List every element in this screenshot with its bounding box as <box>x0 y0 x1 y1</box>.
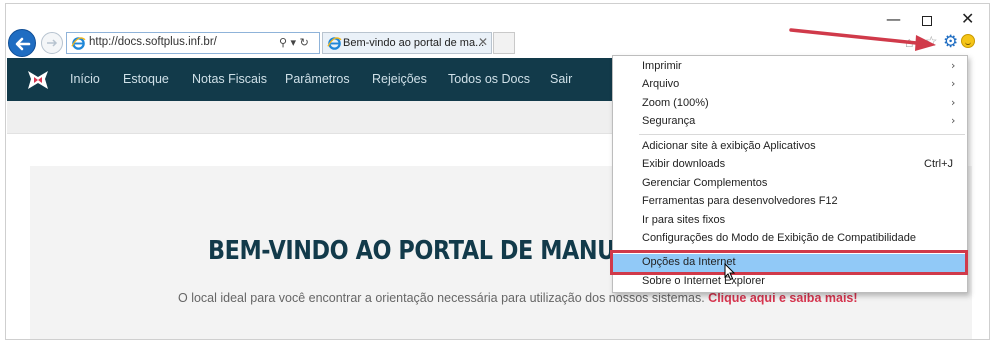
nav-link-notas-fiscais[interactable]: Notas Fiscais <box>192 72 267 86</box>
nav-link-sair[interactable]: Sair <box>550 72 572 86</box>
menu-item-zoom[interactable]: Zoom (100%) › <box>613 95 967 113</box>
url-text[interactable]: http://docs.softplus.inf.br/ <box>89 36 217 48</box>
close-window-button[interactable]: ✕ <box>961 9 974 28</box>
menu-item-shortcut: Ctrl+J <box>924 158 954 170</box>
menu-item-label: Zoom (100%) <box>642 97 709 109</box>
chevron-right-icon: › <box>951 59 956 72</box>
new-tab-button[interactable] <box>493 32 515 54</box>
menu-item-seguranca[interactable]: Segurança › <box>613 113 967 131</box>
menu-item-gerenciar-complementos[interactable]: Gerenciar Complementos <box>613 175 967 193</box>
annotation-arrow-icon <box>789 28 936 51</box>
menu-item-adicionar-site[interactable]: Adicionar site à exibição Aplicativos <box>613 138 967 156</box>
menu-item-label: Ferramentas para desenvolvedores F12 <box>642 195 838 207</box>
tab-close-icon[interactable]: ✕ <box>478 35 488 49</box>
forward-arrow-icon <box>47 39 58 47</box>
tab-title: Bem-vindo ao portal de ma... <box>343 37 485 49</box>
address-actions[interactable]: ⚲ ▾ ↻ <box>279 36 309 49</box>
menu-item-compatibilidade[interactable]: Configurações do Modo de Exibição de Com… <box>613 230 967 248</box>
nav-link-todos-os-docs[interactable]: Todos os Docs <box>448 72 530 86</box>
hero-subtitle-text: O local ideal para você encontrar a orie… <box>178 291 705 305</box>
ie-logo-icon <box>71 37 86 50</box>
browser-window: — ✕ http://docs.softplus.inf.br/ ⚲ ▾ ↻ B… <box>5 3 990 340</box>
nav-link-estoque[interactable]: Estoque <box>123 72 169 86</box>
menu-item-label: Adicionar site à exibição Aplicativos <box>642 140 816 152</box>
hero-subtitle: O local ideal para você encontrar a orie… <box>178 291 858 305</box>
softplus-logo-icon[interactable] <box>25 67 51 93</box>
mouse-pointer-icon <box>724 263 736 281</box>
menu-item-label: Arquivo <box>642 78 680 90</box>
hero-cta-link[interactable]: Clique aqui e saiba mais! <box>708 291 857 305</box>
tab-favicon-icon <box>327 37 342 50</box>
menu-item-label: Segurança <box>642 115 696 127</box>
forward-button[interactable] <box>41 32 63 54</box>
chevron-right-icon: › <box>951 96 956 109</box>
menu-item-label: Imprimir <box>642 60 682 72</box>
menu-item-label: Ir para sites fixos <box>642 214 726 226</box>
menu-item-label: Sobre o Internet Explorer <box>642 275 765 287</box>
hero-title: BEM-VINDO AO PORTAL DE MANUAI <box>208 236 639 266</box>
browser-tab[interactable]: Bem-vindo ao portal de ma... ✕ <box>322 32 492 54</box>
nav-link-inicio[interactable]: Início <box>70 72 100 86</box>
menu-separator <box>639 134 965 135</box>
highlight-annotation-box <box>610 250 968 275</box>
address-bar[interactable]: http://docs.softplus.inf.br/ ⚲ ▾ ↻ <box>66 32 320 54</box>
nav-link-parametros[interactable]: Parâmetros <box>285 72 350 86</box>
menu-item-sites-fixos[interactable]: Ir para sites fixos <box>613 212 967 230</box>
menu-item-ferramentas-f12[interactable]: Ferramentas para desenvolvedores F12 <box>613 193 967 211</box>
menu-item-label: Exibir downloads <box>642 158 726 170</box>
menu-item-arquivo[interactable]: Arquivo › <box>613 76 967 94</box>
chevron-right-icon: › <box>951 77 956 90</box>
nav-link-rejeicoes[interactable]: Rejeições <box>372 72 427 86</box>
menu-item-label: Gerenciar Complementos <box>642 177 768 189</box>
back-arrow-icon <box>15 37 31 51</box>
feedback-smiley-icon[interactable] <box>961 34 975 48</box>
chevron-right-icon: › <box>951 114 956 127</box>
menu-item-label: Configurações do Modo de Exibição de Com… <box>642 232 916 244</box>
menu-item-exibir-downloads[interactable]: Exibir downloads Ctrl+J <box>613 156 967 174</box>
menu-item-sobre-ie[interactable]: Sobre o Internet Explorer <box>613 273 967 291</box>
back-button[interactable] <box>8 29 36 57</box>
menu-item-imprimir[interactable]: Imprimir › <box>613 58 967 76</box>
